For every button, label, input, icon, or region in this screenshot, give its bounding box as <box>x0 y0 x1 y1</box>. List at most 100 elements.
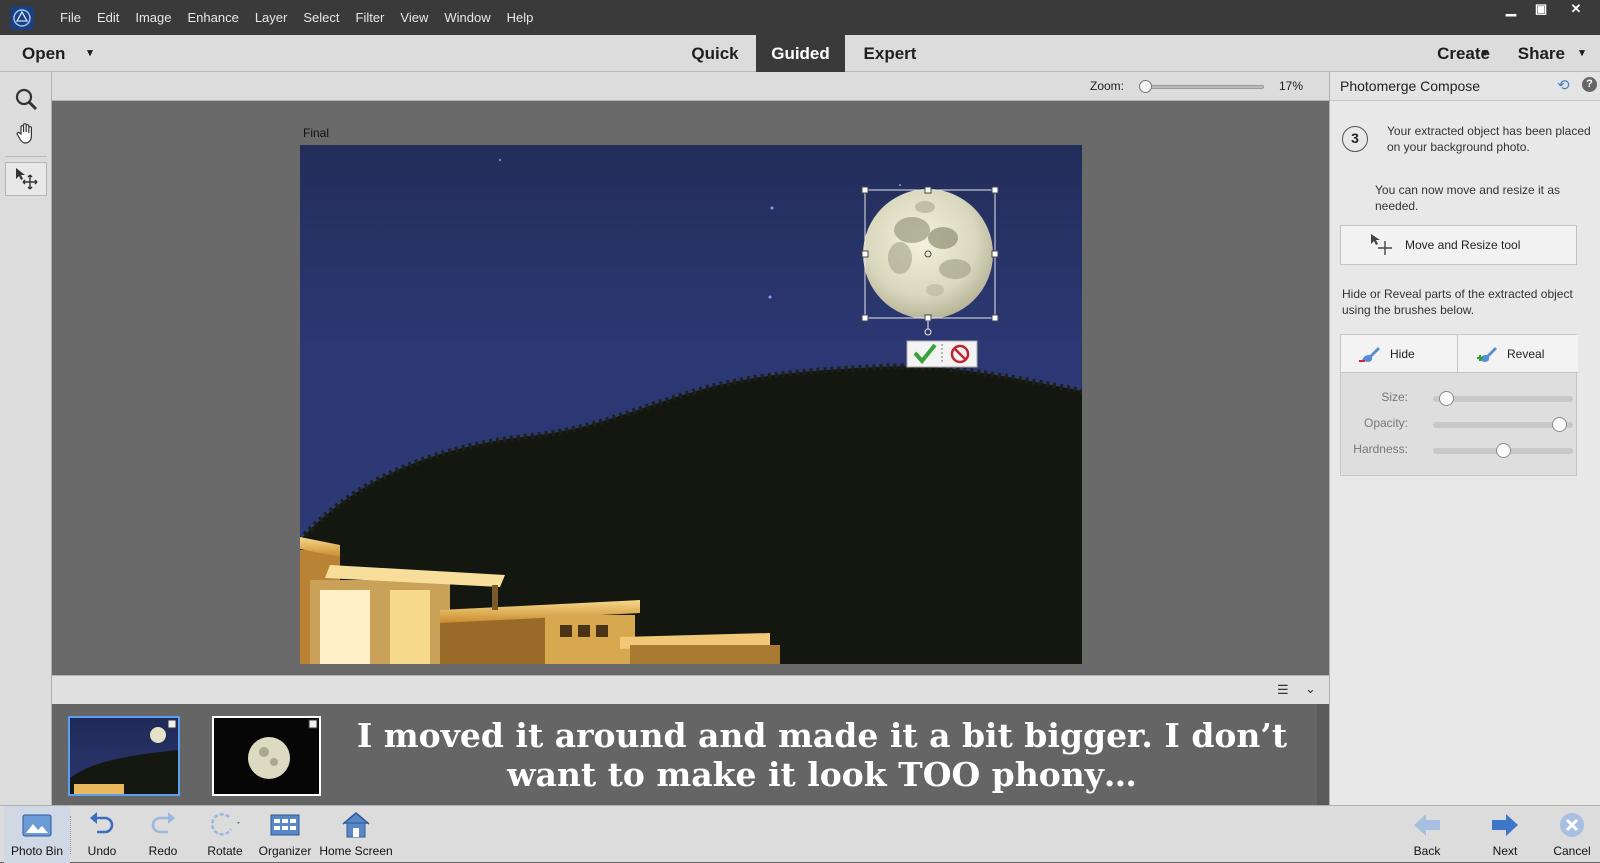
undo-button[interactable]: Undo <box>77 806 127 863</box>
menu-view[interactable]: View <box>392 0 436 35</box>
hardness-slider[interactable] <box>1433 443 1573 458</box>
rotate-icon <box>210 813 240 836</box>
minimize-button[interactable]: ▁ <box>1496 0 1526 20</box>
commit-cancel-widget <box>906 340 978 368</box>
bin-options-icon[interactable]: ☰ <box>1277 682 1289 698</box>
organizer-icon <box>270 814 300 836</box>
opacity-label: Opacity: <box>1363 416 1408 430</box>
thumbnail-moon[interactable] <box>212 716 321 796</box>
brush-controls: Hide Reveal Size: Opacity: Hardness: <box>1340 334 1578 476</box>
rotate-label: Rotate <box>207 844 243 858</box>
toolbox <box>0 72 52 805</box>
restore-button[interactable]: ▣ <box>1526 0 1556 20</box>
menu-filter[interactable]: Filter <box>348 0 393 35</box>
tab-guided[interactable]: Guided <box>756 35 845 72</box>
open-label: Open <box>22 44 66 63</box>
tab-quick[interactable]: Quick <box>674 35 756 72</box>
share-dropdown-icon[interactable]: ▾ <box>1572 35 1592 72</box>
zoom-tool-button[interactable] <box>5 82 47 116</box>
panel-title: Photomerge Compose <box>1340 78 1481 94</box>
menu-file[interactable]: File <box>52 0 89 35</box>
move-tool-icon <box>16 168 38 190</box>
photo-bin-scrollbar[interactable] <box>1317 704 1329 805</box>
app-logo-icon[interactable] <box>6 4 38 32</box>
back-arrow-icon <box>1414 814 1440 836</box>
moon-image[interactable] <box>863 189 993 319</box>
size-slider-row: Size: <box>1341 388 1573 408</box>
redo-label: Redo <box>148 844 178 858</box>
undo-icon <box>90 812 114 834</box>
share-button[interactable]: Share <box>1505 35 1565 72</box>
taskbar-divider <box>70 816 71 854</box>
bottom-taskbar: Photo Bin Undo Redo Rotate Organizer Hom… <box>0 805 1600 863</box>
cancel-button[interactable]: Cancel <box>1547 806 1597 863</box>
opacity-slider[interactable] <box>1433 417 1573 432</box>
menu-layer[interactable]: Layer <box>247 0 296 35</box>
guided-panel: Photomerge Compose ⟲ ? 3 Your extracted … <box>1329 72 1600 805</box>
organizer-label: Organizer <box>258 844 312 858</box>
composite-photo[interactable] <box>300 145 1082 664</box>
move-resize-tool-button[interactable]: Move and Resize tool <box>1340 225 1577 265</box>
home-screen-button[interactable]: Home Screen <box>318 806 394 863</box>
hand-tool-button[interactable] <box>5 116 47 150</box>
redo-button[interactable]: Redo <box>138 806 188 863</box>
reset-icon[interactable]: ⟲ <box>1557 76 1570 94</box>
zoom-slider-knob[interactable] <box>1139 80 1152 93</box>
menu-select[interactable]: Select <box>295 0 347 35</box>
back-button[interactable]: Back <box>1402 806 1452 863</box>
reveal-brush-icon <box>1477 346 1497 362</box>
move-resize-label: Move and Resize tool <box>1405 238 1521 252</box>
hide-brush-label: Hide <box>1390 346 1415 361</box>
next-button[interactable]: Next <box>1480 806 1530 863</box>
hardness-label: Hardness: <box>1353 442 1408 456</box>
rotate-button[interactable]: Rotate <box>200 806 250 863</box>
tab-expert[interactable]: Expert <box>845 35 935 72</box>
next-arrow-icon <box>1492 814 1518 836</box>
menu-window[interactable]: Window <box>436 0 498 35</box>
reveal-brush-button[interactable]: Reveal <box>1458 335 1578 373</box>
zoom-slider[interactable] <box>1139 80 1264 93</box>
bin-toolbar: ☰ ⌄ <box>52 675 1329 704</box>
cancel-icon <box>1560 813 1584 837</box>
thumbnail-final[interactable] <box>68 716 180 796</box>
hardness-slider-row: Hardness: <box>1341 440 1573 460</box>
window-controls: ▁ ▣ ✕ <box>1496 0 1596 20</box>
hand-icon <box>16 123 32 144</box>
help-icon[interactable]: ? <box>1582 77 1597 92</box>
cancel-label: Cancel <box>1553 844 1591 858</box>
open-dropdown-icon[interactable]: ▾ <box>80 35 100 72</box>
zoom-value: 17% <box>1279 79 1304 93</box>
menu-image[interactable]: Image <box>127 0 179 35</box>
close-window-button[interactable]: ✕ <box>1556 0 1596 20</box>
size-label: Size: <box>1381 390 1408 404</box>
menu-enhance[interactable]: Enhance <box>180 0 247 35</box>
opacity-slider-knob[interactable] <box>1551 417 1567 432</box>
move-tool-button[interactable] <box>5 162 47 196</box>
home-icon <box>342 812 370 838</box>
thumbnail-moon-image <box>248 719 318 779</box>
menu-edit[interactable]: Edit <box>89 0 127 35</box>
hide-brush-button[interactable]: Hide <box>1341 335 1458 373</box>
mode-bar: Open ▾ Quick Guided Expert Create ▾ Shar… <box>0 35 1600 72</box>
hide-brush-icon <box>1359 346 1380 362</box>
size-slider-knob[interactable] <box>1439 391 1455 406</box>
hardness-slider-knob[interactable] <box>1495 443 1511 458</box>
document-label: Final <box>303 126 330 140</box>
thumbnail-final-image <box>70 719 178 794</box>
menu-help[interactable]: Help <box>499 0 542 35</box>
next-label: Next <box>1492 844 1518 858</box>
step-number-badge: 3 <box>1342 126 1368 152</box>
step-instruction: You can now move and resize it as needed… <box>1375 183 1560 213</box>
step-description: Your extracted object has been placed on… <box>1387 124 1591 154</box>
create-dropdown-icon[interactable]: ▾ <box>1475 35 1495 72</box>
toolbox-divider <box>5 156 47 157</box>
menu-bar: File Edit Image Enhance Layer Select Fil… <box>0 0 1600 35</box>
back-label: Back <box>1413 844 1441 858</box>
move-resize-icon <box>1371 234 1392 255</box>
organizer-button[interactable]: Organizer <box>256 806 314 863</box>
photo-bin: I moved it around and made it a bit bigg… <box>52 704 1329 805</box>
photo-bin-button[interactable]: Photo Bin <box>4 806 70 863</box>
hide-reveal-description: Hide or Reveal parts of the extracted ob… <box>1342 287 1573 317</box>
chevron-down-icon[interactable]: ⌄ <box>1305 681 1316 697</box>
size-slider[interactable] <box>1433 391 1573 406</box>
